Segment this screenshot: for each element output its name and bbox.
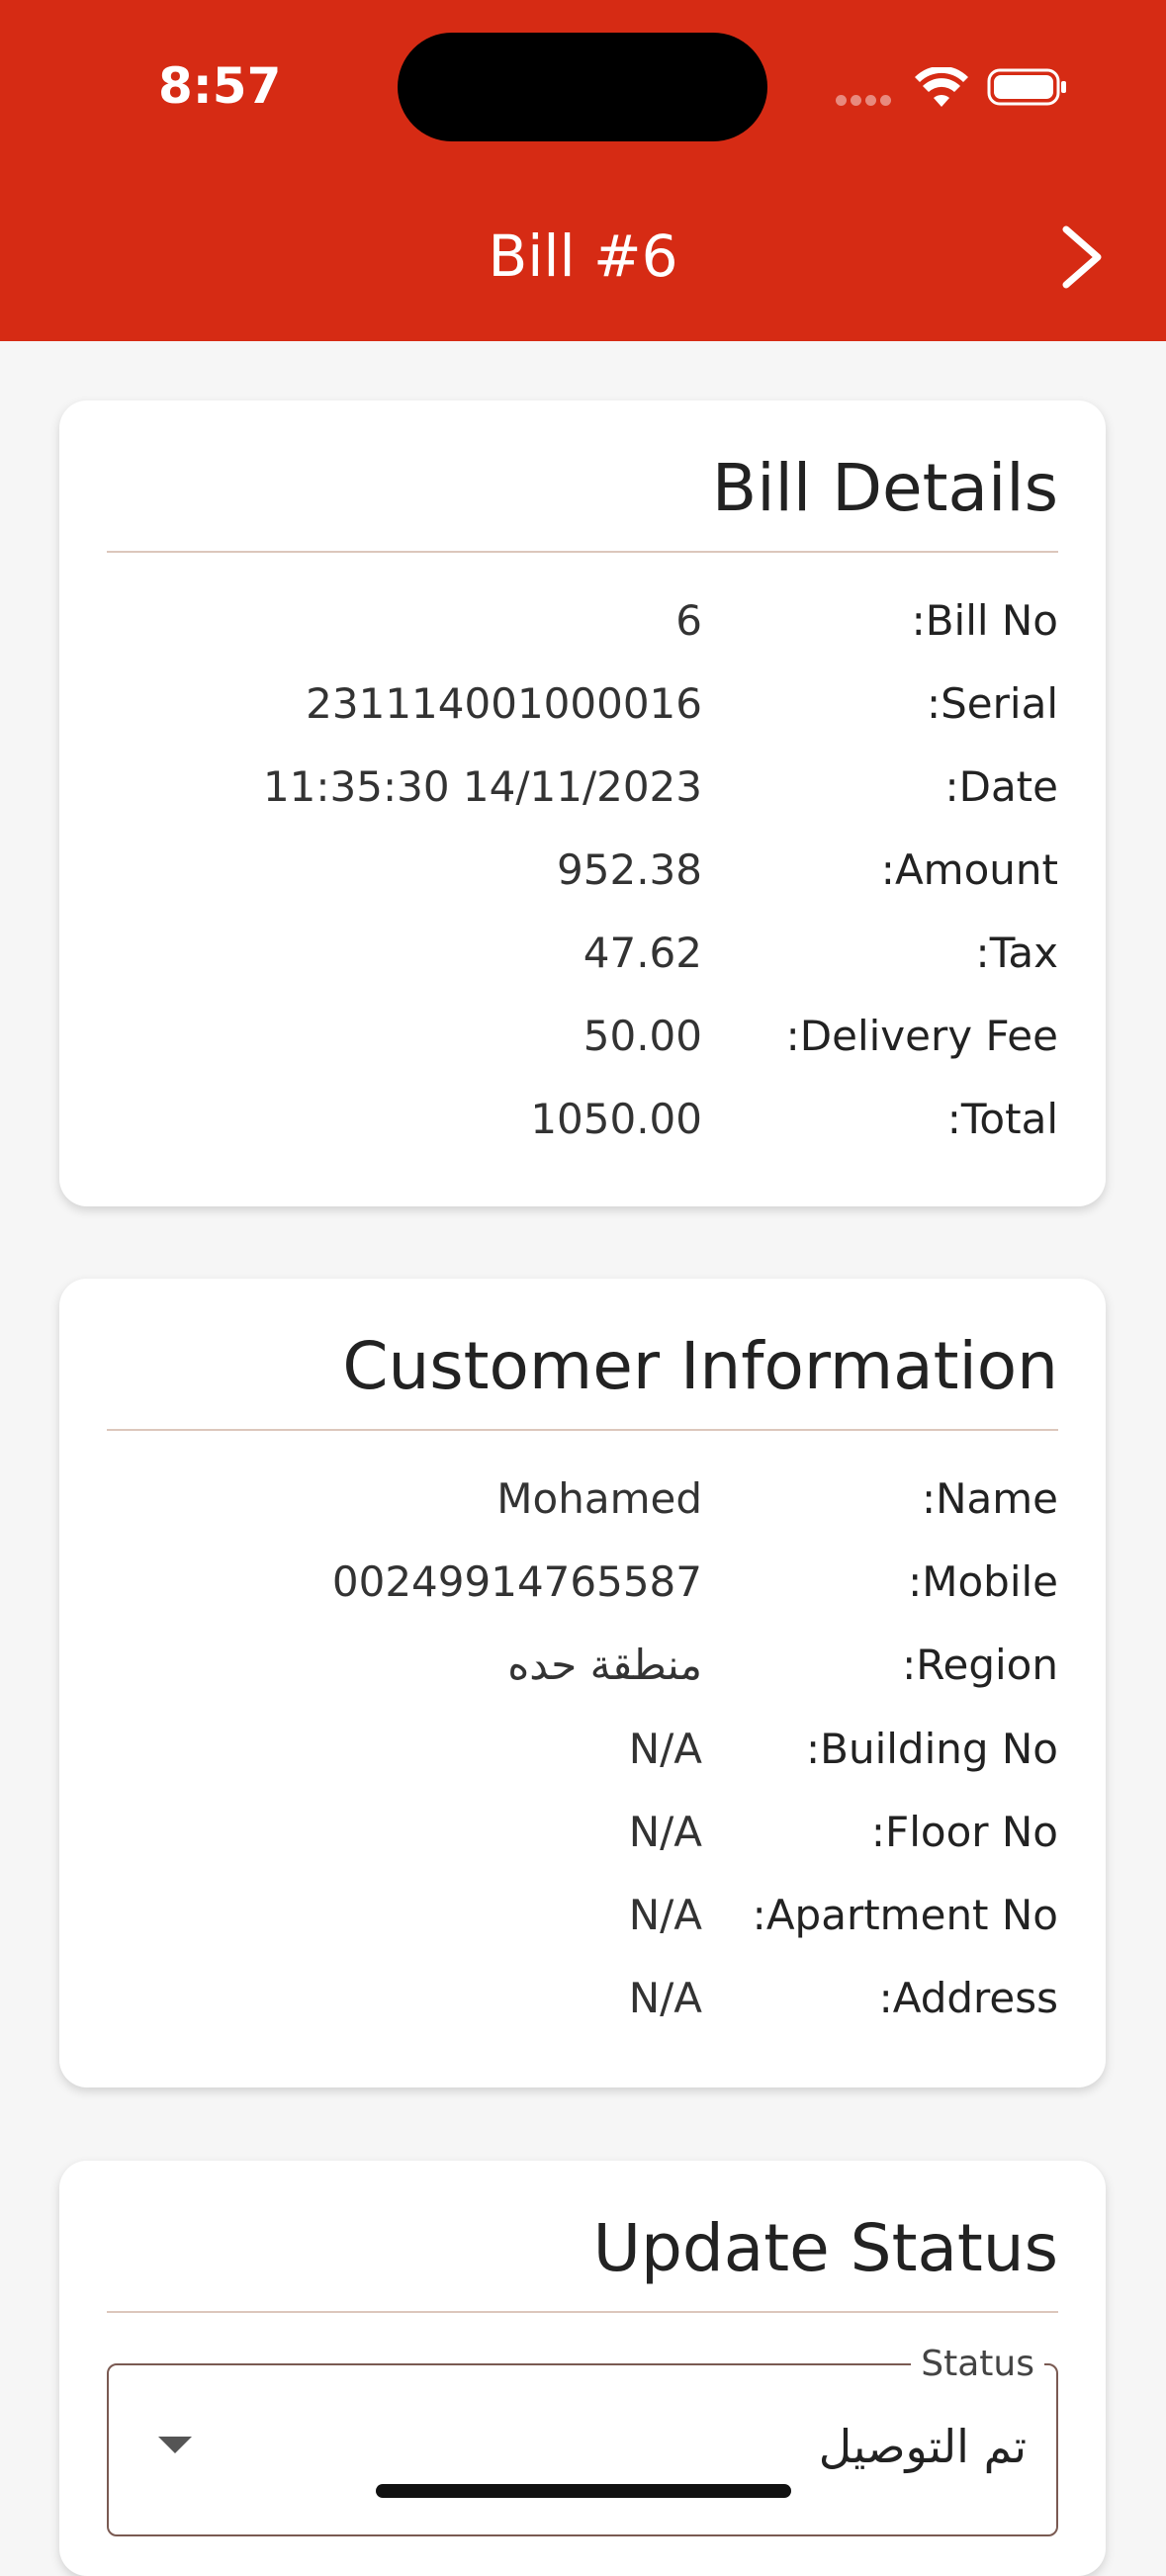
field-label: :Floor No (870, 1808, 1058, 1856)
amount-row: :Amount 952.38 (59, 845, 1106, 905)
field-value: 6 (675, 596, 702, 645)
apartment-no-row: :Apartment No N/A (59, 1891, 1106, 1950)
field-value: N/A (628, 1891, 702, 1939)
status-field-label: Status (911, 2344, 1044, 2384)
field-label: :Total (946, 1095, 1058, 1143)
cellular-signal-icon (836, 93, 895, 107)
name-row: :Name Mohamed (59, 1474, 1106, 1534)
field-value: N/A (628, 1808, 702, 1856)
field-value: منطقة حده (507, 1641, 702, 1689)
dropdown-arrow-icon[interactable] (158, 2437, 192, 2453)
total-row: :Total 1050.00 (59, 1095, 1106, 1154)
customer-info-card: Customer Information :Name Mohamed :Mobi… (59, 1279, 1106, 2087)
update-status-card: Update Status Status تم التوصيل (59, 2161, 1106, 2576)
page-title: Bill #6 (488, 222, 678, 290)
field-label: :Region (902, 1641, 1058, 1689)
card-title: Bill Details (711, 450, 1058, 526)
field-value: 47.62 (583, 929, 702, 977)
wifi-icon (915, 67, 968, 107)
dynamic-island (398, 33, 767, 141)
card-title: Update Status (592, 2210, 1058, 2286)
field-label: :Building No (806, 1725, 1058, 1773)
field-label: :Serial (927, 679, 1058, 728)
delivery-fee-row: :Delivery Fee 50.00 (59, 1012, 1106, 1071)
field-label: :Mobile (908, 1557, 1058, 1606)
field-label: :Bill No (911, 596, 1058, 645)
field-value: 00249914765587 (331, 1557, 702, 1606)
address-row: :Address N/A (59, 1974, 1106, 2033)
field-label: :Delivery Fee (785, 1012, 1058, 1060)
divider (107, 2311, 1058, 2313)
field-value: Mohamed (496, 1474, 702, 1523)
status-time: 8:57 (158, 57, 282, 115)
tax-row: :Tax 47.62 (59, 929, 1106, 988)
bill-details-card: Bill Details :Bill No 6 :Serial 23111400… (59, 400, 1106, 1206)
field-label: :Name (921, 1474, 1058, 1523)
divider (107, 551, 1058, 553)
field-label: :Amount (880, 845, 1058, 894)
field-value: 231114001000016 (306, 679, 702, 728)
status-selected-value: تم التوصيل (818, 2420, 1027, 2473)
field-label: :Apartment No (752, 1891, 1058, 1939)
field-value: 952.38 (557, 845, 702, 894)
chevron-right-icon[interactable] (1048, 218, 1118, 297)
field-value: N/A (628, 1974, 702, 2022)
date-row: :Date 11:35:30 14/11/2023 (59, 762, 1106, 822)
field-label: :Address (878, 1974, 1058, 2022)
field-label: :Date (944, 762, 1058, 811)
status-dropdown[interactable]: Status تم التوصيل (107, 2344, 1058, 2536)
building-no-row: :Building No N/A (59, 1725, 1106, 1784)
region-row: :Region منطقة حده (59, 1641, 1106, 1700)
battery-icon (987, 68, 1066, 106)
card-title: Customer Information (342, 1328, 1058, 1404)
app-bar: 8:57 Bill #6 (0, 0, 1166, 341)
divider (107, 1429, 1058, 1431)
bill-no-row: :Bill No 6 (59, 596, 1106, 656)
field-value: 11:35:30 14/11/2023 (262, 762, 702, 811)
serial-row: :Serial 231114001000016 (59, 679, 1106, 739)
field-value: 1050.00 (530, 1095, 702, 1143)
mobile-row: :Mobile 00249914765587 (59, 1557, 1106, 1617)
field-value: 50.00 (583, 1012, 702, 1060)
field-value: N/A (628, 1725, 702, 1773)
home-indicator (376, 2484, 791, 2498)
floor-no-row: :Floor No N/A (59, 1808, 1106, 1867)
field-label: :Tax (975, 929, 1058, 977)
